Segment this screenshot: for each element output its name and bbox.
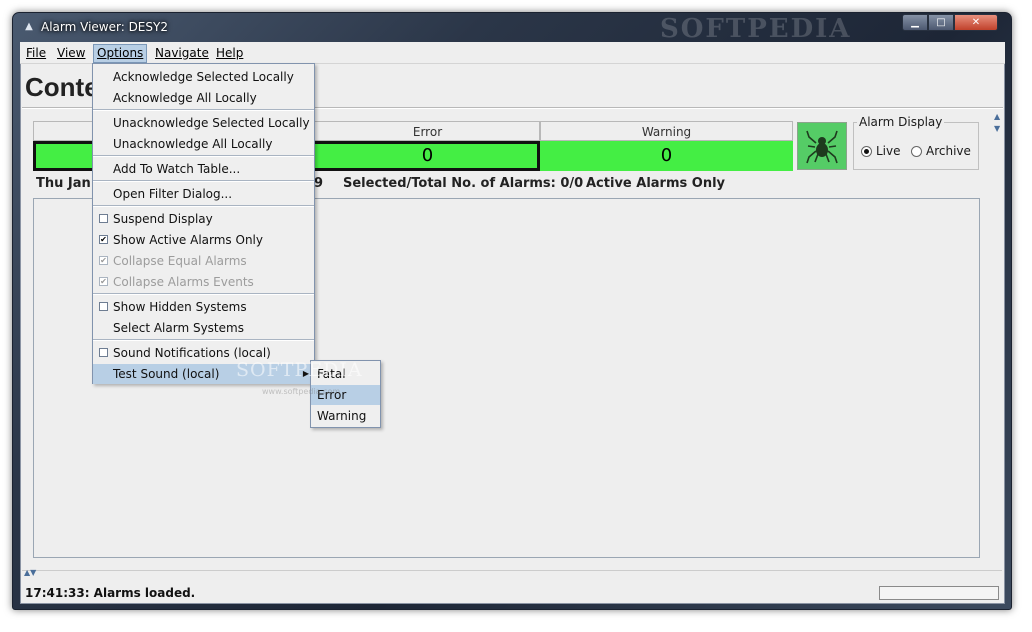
footer-progress-field bbox=[879, 586, 999, 600]
split-arrows-icon[interactable]: ▲▼ bbox=[24, 568, 36, 577]
selected-total-count: Selected/Total No. of Alarms: 0/0 bbox=[343, 176, 584, 191]
spider-icon[interactable] bbox=[797, 122, 847, 170]
window-controls: ▁ □ ✕ bbox=[902, 14, 998, 32]
menu-collapse-equal-alarms: ✔ Collapse Equal Alarms bbox=[93, 251, 314, 271]
scroll-down-icon[interactable]: ▼ bbox=[994, 124, 1000, 133]
active-filter-label: Active Alarms Only bbox=[586, 176, 726, 191]
menu-collapse-equal-alarms-label: Collapse Equal Alarms bbox=[113, 254, 247, 268]
check-icon: ✔ bbox=[99, 235, 108, 244]
archive-radio-label: Archive bbox=[926, 144, 971, 158]
menu-show-active-alarms-label: Show Active Alarms Only bbox=[113, 233, 263, 247]
check-icon: ✔ bbox=[99, 277, 108, 286]
menu-sound-notifications-label: Sound Notifications (local) bbox=[113, 346, 271, 360]
submenu-warning[interactable]: Warning bbox=[311, 406, 380, 426]
menu-separator bbox=[93, 109, 314, 111]
menu-separator bbox=[93, 180, 314, 182]
menu-acknowledge-selected[interactable]: Acknowledge Selected Locally bbox=[93, 67, 314, 87]
minimize-button[interactable]: ▁ bbox=[902, 14, 928, 31]
menu-help[interactable]: Help bbox=[213, 44, 246, 63]
window-title: Alarm Viewer: DESY2 bbox=[41, 20, 168, 34]
status-date: Thu Jan bbox=[36, 176, 91, 191]
check-icon: ✔ bbox=[99, 256, 108, 265]
checkbox-unchecked-icon bbox=[99, 348, 108, 357]
menu-add-watch-table[interactable]: Add To Watch Table... bbox=[93, 159, 314, 179]
menu-open-filter-dialog[interactable]: Open Filter Dialog... bbox=[93, 184, 314, 204]
menu-separator bbox=[93, 339, 314, 341]
alarm-display-title: Alarm Display bbox=[857, 115, 945, 129]
menu-suspend-display[interactable]: Suspend Display bbox=[93, 209, 314, 229]
footer-status-message: 17:41:33: Alarms loaded. bbox=[25, 586, 196, 600]
softpedia-watermark-url: www.softpedia.com bbox=[262, 387, 341, 396]
menu-show-hidden-systems-label: Show Hidden Systems bbox=[113, 300, 247, 314]
live-radio-label: Live bbox=[876, 144, 901, 158]
menu-collapse-alarm-events: ✔ Collapse Alarms Events bbox=[93, 272, 314, 292]
live-radio[interactable]: Live bbox=[861, 143, 901, 159]
warning-counter-label: Warning bbox=[540, 121, 793, 141]
menu-show-active-alarms[interactable]: ✔ Show Active Alarms Only bbox=[93, 230, 314, 250]
checkbox-unchecked-icon bbox=[99, 302, 108, 311]
title-watermark: SOFTPEDIA bbox=[660, 14, 852, 44]
checkbox-unchecked-icon bbox=[99, 214, 108, 223]
menu-test-sound-label: Test Sound (local) bbox=[113, 367, 220, 381]
scroll-up-icon[interactable]: ▲ bbox=[994, 112, 1000, 121]
menu-view[interactable]: View bbox=[54, 44, 88, 63]
menu-suspend-display-label: Suspend Display bbox=[113, 212, 213, 226]
radio-unselected-icon[interactable] bbox=[911, 145, 922, 157]
menu-separator bbox=[93, 293, 314, 295]
menu-unacknowledge-selected[interactable]: Unacknowledge Selected Locally bbox=[93, 113, 314, 133]
menu-file[interactable]: File bbox=[23, 44, 49, 63]
menu-separator bbox=[93, 155, 314, 157]
maximize-button[interactable]: □ bbox=[928, 14, 954, 31]
menu-unacknowledge-all[interactable]: Unacknowledge All Locally bbox=[93, 134, 314, 154]
menu-separator bbox=[93, 205, 314, 207]
menu-select-alarm-systems[interactable]: Select Alarm Systems bbox=[93, 318, 314, 338]
menu-acknowledge-all[interactable]: Acknowledge All Locally bbox=[93, 88, 314, 108]
warning-counter-value: 0 bbox=[540, 141, 793, 171]
status-digit: 9 bbox=[314, 176, 324, 191]
menu-navigate[interactable]: Navigate bbox=[152, 44, 212, 63]
content-title: Conte bbox=[25, 72, 99, 102]
split-pane-divider[interactable] bbox=[22, 570, 1002, 576]
radio-selected-icon[interactable] bbox=[861, 145, 872, 157]
menu-show-hidden-systems[interactable]: Show Hidden Systems bbox=[93, 297, 314, 317]
archive-radio[interactable]: Archive bbox=[911, 143, 971, 159]
menu-options[interactable]: Options bbox=[93, 44, 148, 63]
menu-collapse-alarm-events-label: Collapse Alarms Events bbox=[113, 275, 254, 289]
close-button[interactable]: ✕ bbox=[954, 14, 998, 31]
softpedia-watermark: SOFTPEDIA bbox=[236, 359, 363, 381]
app-icon: ▲ bbox=[25, 21, 33, 32]
